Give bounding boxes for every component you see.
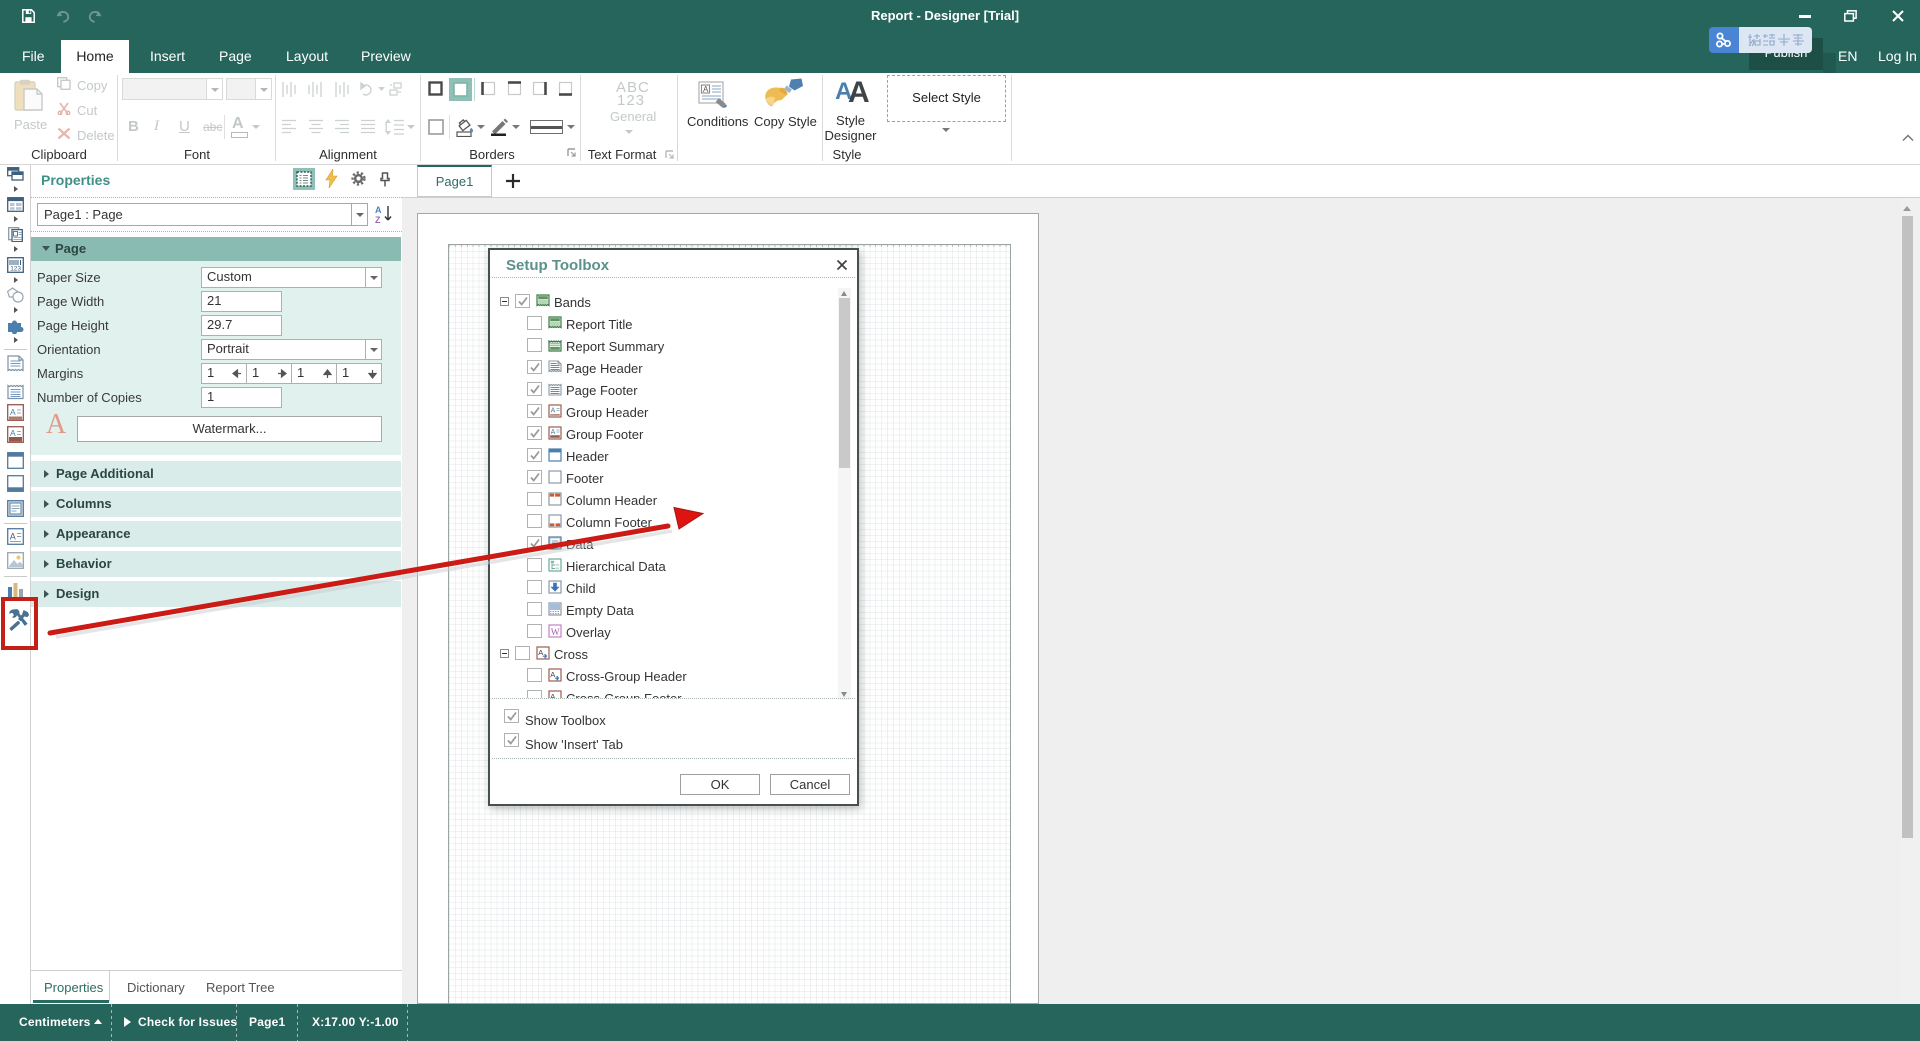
- svg-text:A: A: [10, 428, 16, 438]
- svg-text:A: A: [703, 85, 709, 94]
- svg-text:123: 123: [10, 265, 21, 272]
- svg-text:A: A: [10, 407, 16, 417]
- svg-text:A: A: [375, 205, 382, 215]
- svg-text:A: A: [10, 532, 16, 542]
- svg-text:Z: Z: [375, 215, 381, 224]
